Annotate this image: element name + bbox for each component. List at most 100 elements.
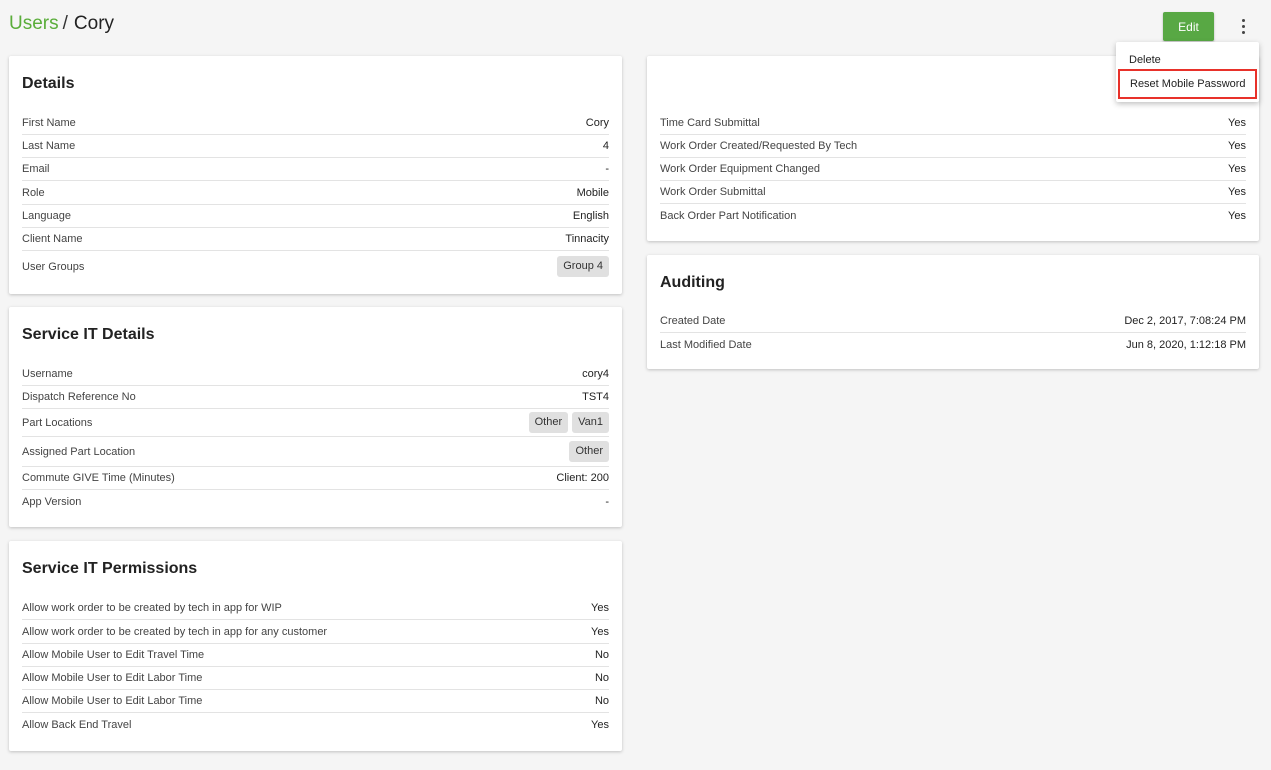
table-row: Allow Back End Travel Yes bbox=[22, 713, 609, 737]
menu-item-reset-mobile-password[interactable]: Reset Mobile Password bbox=[1118, 69, 1257, 99]
service-it-permissions-title: Service IT Permissions bbox=[22, 560, 198, 577]
table-row: Created Date Dec 2, 2017, 7:08:24 PM bbox=[660, 310, 1246, 333]
table-row: First Name Cory bbox=[22, 112, 609, 135]
row-label: Assigned Part Location bbox=[22, 445, 136, 458]
row-value: Cory bbox=[585, 117, 609, 129]
auditing-card: Auditing Created Date Dec 2, 2017, 7:08:2… bbox=[647, 255, 1259, 369]
table-row: Time Card Submittal Yes bbox=[660, 112, 1246, 135]
row-label: Allow Mobile User to Edit Labor Time bbox=[22, 672, 203, 684]
row-value: Client: 200 bbox=[556, 472, 609, 484]
auditing-rows: Created Date Dec 2, 2017, 7:08:24 PM Last … bbox=[660, 310, 1246, 356]
table-row: Back Order Part Notification Yes bbox=[660, 204, 1246, 227]
row-value: Yes bbox=[1228, 209, 1246, 222]
service-it-permissions-rows: Allow work order to be created by tech i… bbox=[22, 597, 609, 737]
row-label: Work Order Equipment Changed bbox=[660, 163, 820, 175]
row-label: Last Modified Date bbox=[660, 338, 752, 351]
row-label: Back Order Part Notification bbox=[660, 209, 797, 222]
details-title: Details bbox=[22, 75, 75, 92]
row-chips: Other bbox=[569, 441, 609, 462]
table-row: Allow work order to be created by tech i… bbox=[22, 620, 609, 644]
row-label: Role bbox=[22, 186, 45, 199]
table-row: User Groups Group 4 bbox=[22, 251, 609, 282]
table-row: Last Modified Date Jun 8, 2020, 1:12:18 P… bbox=[660, 333, 1246, 356]
row-value: English bbox=[572, 210, 609, 222]
table-row: Last Name 4 bbox=[22, 135, 609, 158]
table-row: Assigned Part Location Other bbox=[22, 437, 609, 467]
row-label: Commute GIVE Time (Minutes) bbox=[22, 472, 175, 484]
row-label: Language bbox=[22, 210, 71, 222]
breadcrumb-users-link[interactable]: Users bbox=[9, 13, 59, 34]
service-it-details-title: Service IT Details bbox=[22, 326, 155, 343]
table-row: Email - bbox=[22, 158, 609, 181]
more-options-icon[interactable] bbox=[1232, 14, 1254, 38]
row-value: Yes bbox=[1228, 186, 1246, 198]
row-label: User Groups bbox=[22, 260, 85, 273]
row-label: App Version bbox=[22, 495, 82, 508]
row-value: - bbox=[605, 495, 609, 508]
row-value: Yes bbox=[1228, 163, 1246, 175]
service-it-details-rows: Username cory4 Dispatch Reference No TST4 Pa… bbox=[22, 362, 609, 513]
row-value: Yes bbox=[591, 719, 609, 731]
table-row: Commute GIVE Time (Minutes) Client: 200 bbox=[22, 467, 609, 490]
table-row: Dispatch Reference No TST4 bbox=[22, 386, 609, 409]
table-row: Work Order Equipment Changed Yes bbox=[660, 158, 1246, 181]
row-value: cory4 bbox=[582, 367, 609, 380]
row-value: - bbox=[605, 163, 609, 175]
menu-item-delete[interactable]: Delete bbox=[1116, 51, 1259, 69]
row-value: 4 bbox=[602, 140, 609, 152]
row-value: Jun 8, 2020, 1:12:18 PM bbox=[1126, 338, 1246, 351]
row-label: Allow Mobile User to Edit Labor Time bbox=[22, 695, 203, 707]
row-value: Dec 2, 2017, 7:08:24 PM bbox=[1124, 315, 1246, 327]
row-value: TST4 bbox=[582, 391, 609, 403]
page-header: Users / Cory Edit bbox=[0, 0, 1271, 46]
table-row: Work Order Submittal Yes bbox=[660, 181, 1246, 204]
table-row: Work Order Created/Requested By Tech Yes bbox=[660, 135, 1246, 158]
row-label: Username bbox=[22, 367, 73, 380]
table-row: Allow Mobile User to Edit Travel Time No bbox=[22, 644, 609, 667]
row-value: Yes bbox=[1228, 117, 1246, 129]
row-label: Allow work order to be created by tech i… bbox=[22, 602, 282, 614]
table-row: Role Mobile bbox=[22, 181, 609, 205]
row-value: Yes bbox=[1228, 140, 1246, 152]
row-value: No bbox=[594, 649, 609, 661]
row-value: Yes bbox=[591, 602, 609, 614]
auditing-title: Auditing bbox=[660, 274, 725, 291]
chip: Group 4 bbox=[557, 256, 609, 277]
row-value: No bbox=[594, 695, 609, 707]
service-it-details-card: Service IT Details Username cory4 Dispatch… bbox=[9, 307, 622, 527]
row-label: First Name bbox=[22, 117, 76, 129]
details-rows: First Name Cory Last Name 4 Email - Role Mobile… bbox=[22, 112, 609, 282]
notifications-rows: Time Card Submittal Yes Work Order Created… bbox=[660, 112, 1246, 227]
table-row: Part Locations Other Van1 bbox=[22, 409, 609, 437]
breadcrumb-separator: / bbox=[62, 13, 68, 34]
actions-menu: Delete Reset Mobile Password bbox=[1116, 42, 1259, 102]
table-row: Allow work order to be created by tech i… bbox=[22, 597, 609, 620]
row-value: No bbox=[594, 672, 609, 684]
table-row: App Version - bbox=[22, 490, 609, 513]
details-card: Details First Name Cory Last Name 4 Email - Ro… bbox=[9, 56, 622, 294]
row-label: Time Card Submittal bbox=[660, 117, 760, 129]
row-chips: Other Van1 bbox=[528, 412, 609, 433]
row-label: Allow Back End Travel bbox=[22, 719, 132, 731]
row-label: Work Order Submittal bbox=[660, 186, 766, 198]
row-label: Allow work order to be created by tech i… bbox=[22, 625, 328, 638]
table-row: Username cory4 bbox=[22, 362, 609, 386]
service-it-permissions-card: Service IT Permissions Allow work order … bbox=[9, 541, 622, 751]
row-label: Email bbox=[22, 163, 50, 175]
row-value: Mobile bbox=[576, 186, 609, 199]
table-row: Language English bbox=[22, 205, 609, 228]
chip: Other bbox=[569, 441, 609, 462]
row-label: Allow Mobile User to Edit Travel Time bbox=[22, 649, 205, 661]
row-label: Work Order Created/Requested By Tech bbox=[660, 140, 858, 152]
table-row: Client Name Tinnacity bbox=[22, 228, 609, 251]
row-label: Part Locations bbox=[22, 416, 93, 429]
edit-button[interactable]: Edit bbox=[1163, 12, 1214, 41]
row-value: Tinnacity bbox=[565, 233, 609, 245]
row-label: Dispatch Reference No bbox=[22, 391, 136, 403]
breadcrumb: Users / Cory bbox=[9, 12, 114, 36]
row-label: Created Date bbox=[660, 315, 726, 327]
table-row: Allow Mobile User to Edit Labor Time No bbox=[22, 690, 609, 713]
row-value: Yes bbox=[591, 625, 609, 638]
table-row: Allow Mobile User to Edit Labor Time No bbox=[22, 667, 609, 690]
row-label: Last Name bbox=[22, 140, 76, 152]
